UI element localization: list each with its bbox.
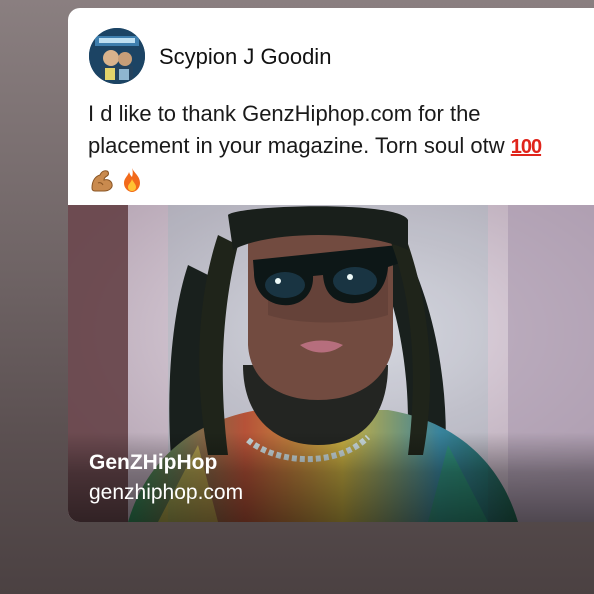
avatar-image xyxy=(89,28,145,84)
post-header: Scypion J Goodin xyxy=(68,8,594,98)
author-name[interactable]: Scypion J Goodin xyxy=(159,44,331,70)
flexed-biceps-icon xyxy=(91,170,113,192)
hundred-points-icon: 100 xyxy=(510,136,542,158)
post-text: I d like to thank GenzHiphop.com for the… xyxy=(88,98,594,198)
post-text-line-2: placement in your magazine. Torn soul ot… xyxy=(88,130,594,162)
link-preview-domain[interactable]: genzhiphop.com xyxy=(89,481,243,505)
post-text-line-1: I d like to thank GenzHiphop.com for the xyxy=(88,101,481,126)
link-preview-overlay xyxy=(68,432,594,522)
post-text-line-2-text: placement in your magazine. Torn soul ot… xyxy=(88,133,511,158)
link-preview-title[interactable]: GenZHipHop xyxy=(89,451,217,475)
emoji-line xyxy=(88,162,594,198)
avatar[interactable] xyxy=(89,28,145,84)
post-card: Scypion J Goodin I d like to thank GenzH… xyxy=(68,8,594,522)
link-preview[interactable]: GenZHipHop genzhiphop.com xyxy=(68,205,594,522)
fire-icon xyxy=(124,168,140,192)
